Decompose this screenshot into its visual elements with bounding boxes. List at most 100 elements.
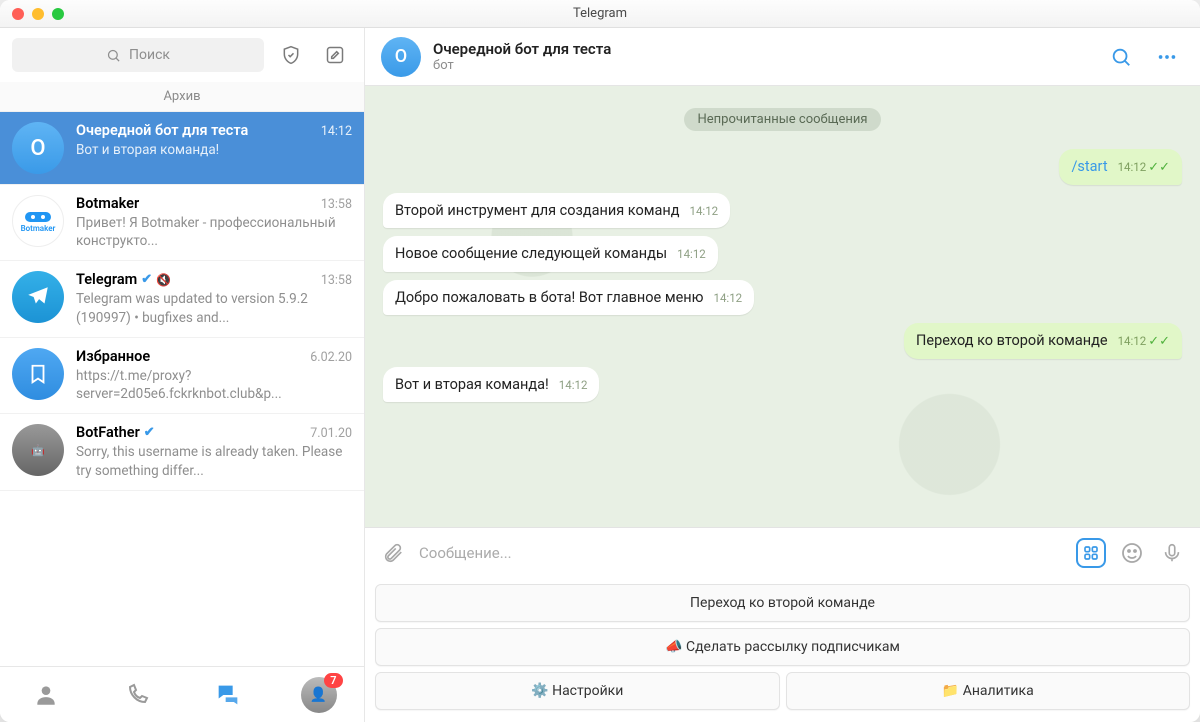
avatar: Botmaker [12, 195, 64, 247]
chat-item-text: Очередной бот для теста 14:12 Вот и втор… [76, 122, 352, 174]
message-in[interactable]: Добро пожаловать в бота! Вот главное мен… [383, 280, 754, 316]
window-controls [12, 8, 64, 20]
bot-commands-button[interactable] [1076, 538, 1106, 568]
chat-item[interactable]: Telegram ✔︎ 🔇 13:58 Telegram was updated… [0, 261, 364, 337]
chat-item[interactable]: Botmaker Botmaker 13:58 Привет! Я Botmak… [0, 185, 364, 261]
chat-item-text: Botmaker 13:58 Привет! Я Botmaker - проф… [76, 195, 352, 250]
header-subtitle: бот [433, 58, 1092, 73]
tab-settings[interactable]: 👤 7 [301, 677, 337, 713]
message-list[interactable]: Непрочитанные сообщения /start 14:12 ✓✓ … [365, 86, 1200, 527]
tab-chats[interactable] [210, 677, 246, 713]
paperclip-icon [382, 542, 404, 564]
mute-icon: 🔇 [156, 273, 171, 287]
chat-preview: https://t.me/proxy?server=2d05e6.fckrknb… [76, 367, 352, 403]
search-icon [106, 48, 121, 63]
person-icon [33, 682, 59, 708]
avatar [12, 271, 64, 323]
read-ticks-icon: ✓✓ [1148, 333, 1170, 351]
sidebar: Поиск Архив О Очередной бот для теста [0, 28, 365, 722]
chat-preview: Sorry, this username is already taken. P… [76, 443, 352, 479]
keyboard-button[interactable]: 📣 Сделать рассылку подписчикам [375, 628, 1190, 666]
chat-item-text: Telegram ✔︎ 🔇 13:58 Telegram was updated… [76, 271, 352, 326]
close-window-button[interactable] [12, 8, 24, 20]
message-text: Вот и вторая команда! [395, 375, 549, 395]
unread-divider: Непрочитанные сообщения [684, 108, 882, 131]
search-input[interactable]: Поиск [12, 38, 264, 72]
notification-badge: 7 [324, 673, 342, 688]
chat-time: 7.01.20 [310, 426, 352, 441]
search-icon [1110, 46, 1132, 68]
input-area: Сообщение... Переход ко второй команде [365, 527, 1200, 722]
message-text: Второй инструмент для создания команд [395, 201, 680, 221]
tab-calls[interactable] [119, 677, 155, 713]
smile-icon [1120, 541, 1144, 565]
chat-name: Telegram ✔︎ 🔇 [76, 271, 171, 288]
attach-button[interactable] [379, 539, 407, 567]
chat-item[interactable]: Избранное 6.02.20 https://t.me/proxy?ser… [0, 338, 364, 414]
app-body: Поиск Архив О Очередной бот для теста [0, 28, 1200, 722]
chat-list: О Очередной бот для теста 14:12 Вот и вт… [0, 112, 364, 666]
avatar: О [12, 122, 64, 174]
chat-time: 13:58 [321, 273, 352, 288]
maximize-window-button[interactable] [52, 8, 64, 20]
tab-bar: 👤 7 [0, 666, 364, 722]
bot-eyes-icon [23, 210, 53, 224]
voice-button[interactable] [1158, 539, 1186, 567]
header-info[interactable]: Очередной бот для теста бот [433, 40, 1092, 73]
tab-contacts[interactable] [28, 677, 64, 713]
message-in[interactable]: Вот и вторая команда! 14:12 [383, 367, 599, 403]
app-window: Telegram Поиск Архив О [0, 0, 1200, 722]
chat-preview: Telegram was updated to version 5.9.2 (1… [76, 290, 352, 326]
message-out[interactable]: /start 14:12 ✓✓ [1059, 149, 1182, 185]
chat-preview: Привет! Я Botmaker - профессиональный ко… [76, 214, 352, 250]
verified-icon: ✔︎ [141, 272, 152, 287]
chat-time: 14:12 [321, 124, 352, 139]
header-chat-name: Очередной бот для теста [433, 40, 1092, 58]
minimize-window-button[interactable] [32, 8, 44, 20]
chat-time: 13:58 [321, 197, 352, 212]
proxy-shield-button[interactable] [274, 38, 308, 72]
chat-panel: О Очередной бот для теста бот Непрочитан… [365, 28, 1200, 722]
message-in[interactable]: Второй инструмент для создания команд 14… [383, 193, 730, 229]
chat-name: Botmaker [76, 195, 139, 212]
phone-icon [125, 683, 149, 707]
pencil-square-icon [325, 45, 345, 65]
message-text: Новое сообщение следующей команды [395, 244, 667, 264]
header-avatar[interactable]: О [381, 37, 421, 77]
chat-name: Очередной бот для теста [76, 122, 248, 139]
keyboard-button[interactable]: Переход ко второй команде [375, 584, 1190, 622]
more-icon [1156, 46, 1178, 68]
message-out[interactable]: Переход ко второй команде 14:12 ✓✓ [904, 323, 1182, 359]
chat-bubbles-icon [214, 681, 242, 709]
keyboard-button[interactable]: ⚙️ Настройки [375, 672, 780, 710]
header-search-button[interactable] [1104, 40, 1138, 74]
message-text: /start [1071, 157, 1107, 177]
bot-keyboard: Переход ко второй команде 📣 Сделать расс… [365, 578, 1200, 722]
chat-time: 6.02.20 [310, 350, 352, 365]
message-time: 14:12 ✓✓ [1118, 333, 1170, 351]
compose-row: Сообщение... [365, 528, 1200, 578]
search-row: Поиск [0, 28, 364, 82]
compose-button[interactable] [318, 38, 352, 72]
keyboard-button[interactable]: 📁 Аналитика [786, 672, 1191, 710]
message-input[interactable]: Сообщение... [419, 544, 1064, 562]
avatar: 🤖 [12, 424, 64, 476]
header-more-button[interactable] [1150, 40, 1184, 74]
shield-icon [281, 45, 301, 65]
chat-item-text: Избранное 6.02.20 https://t.me/proxy?ser… [76, 348, 352, 403]
grid-icon [1083, 545, 1099, 561]
verified-icon: ✔︎ [144, 425, 155, 440]
window-title: Telegram [573, 6, 627, 21]
chat-name: Избранное [76, 348, 150, 365]
archive-folder[interactable]: Архив [0, 82, 364, 112]
microphone-icon [1161, 542, 1183, 564]
bookmark-icon [27, 363, 49, 385]
message-time: 14:12 [677, 247, 706, 263]
chat-name: BotFather ✔︎ [76, 424, 155, 441]
chat-item[interactable]: О Очередной бот для теста 14:12 Вот и вт… [0, 112, 364, 185]
message-in[interactable]: Новое сообщение следующей команды 14:12 [383, 236, 718, 272]
message-text: Переход ко второй команде [916, 331, 1108, 351]
message-text: Добро пожаловать в бота! Вот главное мен… [395, 288, 703, 308]
emoji-button[interactable] [1118, 539, 1146, 567]
chat-item[interactable]: 🤖 BotFather ✔︎ 7.01.20 Sorry, this usern… [0, 414, 364, 490]
